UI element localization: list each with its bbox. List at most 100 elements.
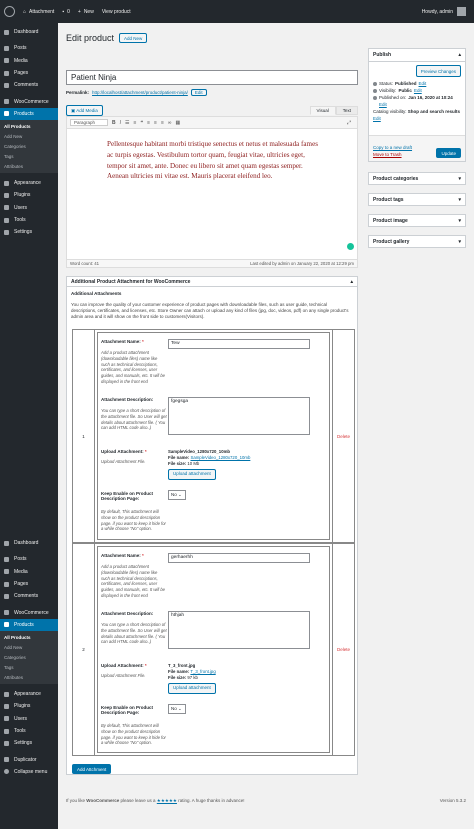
comments-link[interactable]: ▪ 0: [62, 9, 70, 15]
menu-plugins[interactable]: Plugins: [0, 189, 58, 201]
attachment-name-input[interactable]: gerhaerhh: [168, 553, 310, 563]
view-product-link[interactable]: View product: [102, 9, 131, 15]
tab-text[interactable]: Text: [335, 106, 358, 115]
permalink-url[interactable]: http://localhost/attachment/product/pati…: [92, 90, 188, 95]
add-media-button[interactable]: ▣ Add Media: [66, 105, 103, 116]
menu-products[interactable]: Products: [0, 618, 58, 632]
chevron-down-icon[interactable]: ▾: [458, 239, 461, 245]
menu-posts[interactable]: Posts: [0, 42, 58, 54]
submenu-categories[interactable]: Categories: [0, 141, 58, 151]
chevron-down-icon[interactable]: ▾: [458, 176, 461, 182]
menu-appearance[interactable]: Appearance: [0, 177, 58, 189]
fullscreen-icon[interactable]: ⤢: [347, 120, 351, 126]
bullet-list-icon[interactable]: ☰: [125, 120, 129, 126]
menu-users[interactable]: Users: [0, 202, 58, 214]
tab-visual[interactable]: Visual: [309, 106, 336, 115]
submenu-attributes[interactable]: Attributes: [0, 162, 58, 172]
numbered-list-icon[interactable]: ≡: [134, 120, 137, 126]
attachment-description-textarea[interactable]: hthjah: [168, 611, 310, 649]
toolbar-toggle-icon[interactable]: ▦: [175, 120, 180, 126]
submenu-add-new[interactable]: Add New: [0, 131, 58, 141]
add-new-button[interactable]: Add New: [119, 33, 148, 43]
dashboard-icon: [4, 540, 9, 546]
product-tags-box[interactable]: Product tags ▾: [368, 193, 466, 206]
site-name-link[interactable]: ⌂ Attachment: [23, 9, 54, 15]
product-title-input[interactable]: Patient Ninja: [66, 70, 358, 85]
attachment-name-input[interactable]: Tew: [168, 339, 310, 349]
blockquote-icon[interactable]: ❝: [140, 120, 143, 126]
menu-pages[interactable]: Pages: [0, 67, 58, 79]
menu-settings[interactable]: Settings: [0, 737, 58, 749]
editor-content[interactable]: Pellentesque habitant morbi tristique se…: [67, 129, 357, 182]
menu-appearance[interactable]: Appearance: [0, 688, 58, 700]
menu-dashboard[interactable]: Dashboard: [0, 537, 58, 549]
menu-dashboard[interactable]: Dashboard: [0, 26, 58, 38]
italic-icon[interactable]: I: [120, 120, 121, 126]
menu-comments[interactable]: Comments: [0, 590, 58, 602]
grammarly-icon[interactable]: [347, 243, 354, 250]
align-right-icon[interactable]: ≡: [161, 120, 164, 126]
product-gallery-box[interactable]: Product gallery ▾: [368, 235, 466, 248]
add-attachment-button[interactable]: Add Attchment: [72, 764, 112, 774]
update-button[interactable]: Update: [436, 148, 461, 158]
submenu-tags[interactable]: Tags: [0, 663, 58, 673]
file-name-link[interactable]: T_3_front.jpg: [190, 669, 215, 674]
delete-row-button[interactable]: Delete: [332, 544, 354, 755]
bold-icon[interactable]: B: [112, 120, 116, 126]
enable-select[interactable]: No ⌄: [168, 704, 186, 714]
file-name-link[interactable]: SampleVideo_1280x720_10mb: [190, 455, 250, 460]
menu-settings[interactable]: Settings: [0, 226, 58, 238]
enable-select[interactable]: No ⌄: [168, 490, 186, 500]
menu-products[interactable]: Products: [0, 107, 58, 121]
menu-tools[interactable]: Tools: [0, 725, 58, 737]
edit-date-link[interactable]: Edit: [379, 102, 387, 107]
wordpress-logo-icon[interactable]: [4, 6, 15, 17]
chevron-up-icon[interactable]: ▴: [350, 279, 353, 285]
edit-visibility-link[interactable]: Edit: [414, 87, 422, 94]
menu-comments[interactable]: Comments: [0, 79, 58, 91]
new-content-link[interactable]: + New: [78, 9, 94, 15]
menu-pages[interactable]: Pages: [0, 578, 58, 590]
copy-draft-link[interactable]: Copy to a new draft: [373, 145, 412, 150]
submenu-tags[interactable]: Tags: [0, 152, 58, 162]
account-menu[interactable]: Howdy, admin: [422, 7, 466, 16]
preview-changes-button[interactable]: Preview Changes: [415, 65, 461, 77]
submenu-all-products[interactable]: All Products: [0, 121, 58, 131]
align-center-icon[interactable]: ≡: [154, 120, 157, 126]
link-icon[interactable]: ∞: [168, 120, 172, 126]
menu-posts[interactable]: Posts: [0, 553, 58, 565]
menu-tools[interactable]: Tools: [0, 214, 58, 226]
chevron-up-icon[interactable]: ▴: [458, 52, 461, 58]
permalink-edit-button[interactable]: Edit: [190, 89, 207, 96]
editor-area[interactable]: Paragraph B I ☰ ≡ ❝ ≡ ≡ ≡ ∞ ▦ ⤢ Pellente…: [66, 116, 358, 268]
attachment-metabox-header[interactable]: Additional Product Attachment for WooCom…: [67, 277, 357, 287]
submenu-all-products[interactable]: All Products: [0, 632, 58, 642]
rating-stars-link[interactable]: ★★★★★: [157, 798, 177, 803]
menu-plugins[interactable]: Plugins: [0, 700, 58, 712]
menu-woocommerce[interactable]: WooCommerce: [0, 95, 58, 107]
submenu-add-new[interactable]: Add New: [0, 642, 58, 652]
media-icon: [4, 58, 9, 64]
chevron-down-icon[interactable]: ▾: [458, 218, 461, 224]
format-select[interactable]: Paragraph: [70, 119, 108, 126]
edit-catalog-link[interactable]: Edit: [373, 116, 381, 121]
submenu-attributes[interactable]: Attributes: [0, 673, 58, 683]
menu-media[interactable]: Media: [0, 566, 58, 578]
menu-users[interactable]: Users: [0, 713, 58, 725]
move-to-trash-link[interactable]: Move to Trash: [373, 152, 402, 157]
upload-attachment-button[interactable]: Upload attachment: [168, 468, 216, 480]
upload-attachment-button[interactable]: Upload attachment: [168, 682, 216, 694]
align-left-icon[interactable]: ≡: [147, 120, 150, 126]
product-categories-box[interactable]: Product categories ▾: [368, 172, 466, 185]
menu-media[interactable]: Media: [0, 55, 58, 67]
menu-woocommerce[interactable]: WooCommerce: [0, 606, 58, 618]
product-image-box[interactable]: Product image ▾: [368, 214, 466, 227]
collapse-menu-button[interactable]: Collapse menu: [0, 766, 58, 778]
attachment-description-textarea[interactable]: fgegsga: [168, 397, 310, 435]
chevron-down-icon[interactable]: ▾: [458, 197, 461, 203]
publish-header[interactable]: Publish ▴: [369, 49, 465, 61]
delete-row-button[interactable]: Delete: [332, 330, 354, 542]
submenu-categories[interactable]: Categories: [0, 652, 58, 662]
menu-duplicator[interactable]: Duplicator: [0, 754, 58, 766]
edit-status-link[interactable]: Edit: [419, 80, 427, 87]
